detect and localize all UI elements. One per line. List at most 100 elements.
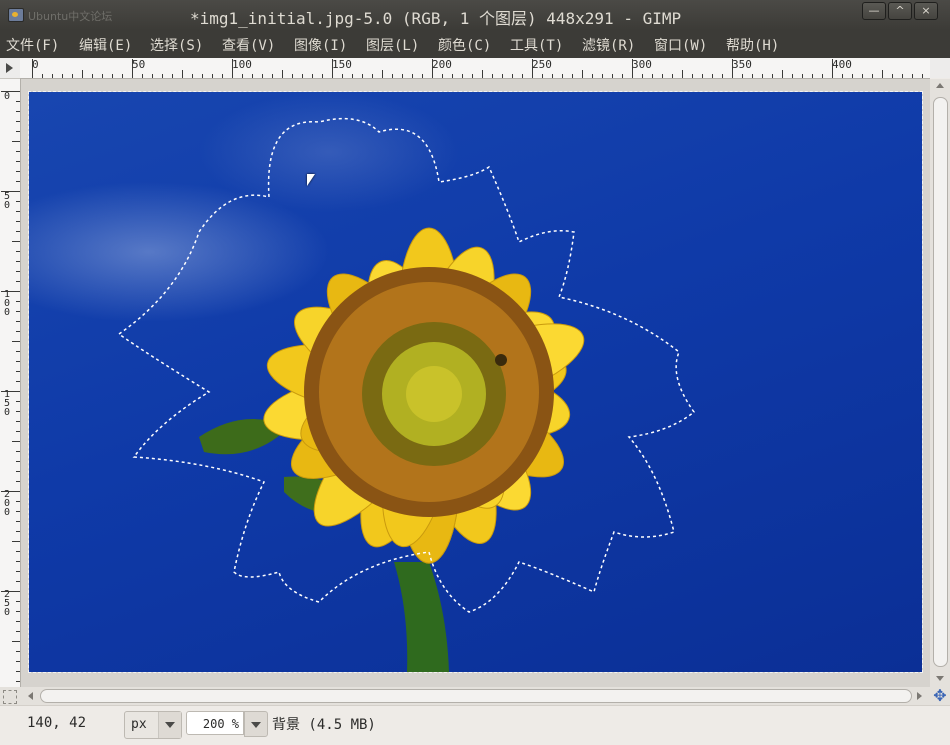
ruler-tick [16, 181, 20, 182]
ruler-tick [522, 74, 523, 78]
ruler-tick [172, 74, 173, 78]
ruler-tick [16, 561, 20, 562]
ruler-tick [16, 481, 20, 482]
ruler-tick [702, 74, 703, 78]
navigate-icon[interactable]: ✥ [930, 687, 950, 705]
ruler-tick [262, 74, 263, 78]
menu-windows[interactable]: 窗口(W) [654, 35, 707, 55]
ruler-tick [822, 74, 823, 78]
ruler-tick [16, 611, 20, 612]
ruler-tick [16, 461, 20, 462]
ruler-tick [482, 70, 483, 78]
ruler-tick [662, 74, 663, 78]
scroll-right-icon[interactable] [917, 692, 922, 700]
zoom-input[interactable]: 200 % [186, 711, 244, 735]
ruler-tick [72, 74, 73, 78]
unit-value: px [131, 717, 147, 732]
ruler-tick [16, 651, 20, 652]
ruler-tick [652, 74, 653, 78]
ruler-tick [16, 511, 20, 512]
ruler-tick [542, 74, 543, 78]
ruler-tick [742, 74, 743, 78]
ruler-tick [812, 74, 813, 78]
ruler-tick [862, 74, 863, 78]
ruler-tick [192, 74, 193, 78]
ruler-tick [16, 501, 20, 502]
menu-colors[interactable]: 颜色(C) [438, 35, 491, 55]
ruler-tick [342, 74, 343, 78]
ruler-tick [16, 571, 20, 572]
ruler-tick [612, 74, 613, 78]
ruler-tick [252, 74, 253, 78]
chevron-down-icon[interactable] [158, 712, 181, 738]
scroll-up-icon[interactable] [936, 83, 944, 88]
ruler-tick [762, 74, 763, 78]
ruler-tick [292, 74, 293, 78]
scroll-down-icon[interactable] [936, 676, 944, 681]
ruler-tick [16, 251, 20, 252]
menu-edit[interactable]: 编辑(E) [79, 35, 132, 55]
scroll-left-icon[interactable] [28, 692, 33, 700]
menu-image[interactable]: 图像(I) [294, 35, 347, 55]
menu-view[interactable]: 查看(V) [222, 35, 275, 55]
ruler-tick [16, 671, 20, 672]
ruler-tick [1, 91, 20, 92]
minimize-button[interactable]: — [862, 2, 886, 20]
ruler-tick [16, 331, 20, 332]
ruler-tick [16, 451, 20, 452]
menu-filters[interactable]: 滤镜(R) [582, 35, 635, 55]
hruler-label: 300 [632, 58, 652, 71]
ruler-tick [16, 231, 20, 232]
ruler-tick [352, 74, 353, 78]
ruler-tick [16, 311, 20, 312]
zoom-image-icon[interactable] [930, 58, 950, 78]
ruler-tick [382, 70, 383, 78]
hruler-label: 400 [832, 58, 852, 71]
ruler-tick [512, 74, 513, 78]
ruler-tick [16, 281, 20, 282]
ruler-tick [16, 151, 20, 152]
ruler-tick [1, 591, 20, 592]
horizontal-scrollbar[interactable] [0, 687, 930, 705]
ruler-tick [642, 74, 643, 78]
hruler-label: 50 [132, 58, 146, 71]
ruler-tick [772, 74, 773, 78]
menu-select[interactable]: 选择(S) [150, 35, 203, 55]
horizontal-ruler[interactable]: 0 50 100 150 200 250 300 350 400 [20, 58, 930, 79]
ruler-tick [16, 421, 20, 422]
chevron-down-icon[interactable] [244, 711, 268, 737]
vruler-label: 100 [3, 289, 11, 318]
ruler-tick [16, 601, 20, 602]
menu-help[interactable]: 帮助(H) [726, 35, 779, 55]
ruler-tick [222, 74, 223, 78]
maximize-button[interactable]: ^ [888, 2, 912, 20]
menu-tools[interactable]: 工具(T) [510, 35, 563, 55]
ruler-tick [16, 621, 20, 622]
vertical-ruler[interactable]: 0 50 100 150 200 250 [0, 79, 21, 687]
menu-layer[interactable]: 图层(L) [366, 35, 419, 55]
ruler-tick [16, 381, 20, 382]
vertical-scroll-thumb[interactable] [933, 97, 948, 667]
ruler-tick [232, 59, 233, 78]
vruler-label: 0 [3, 91, 11, 102]
vruler-label: 50 [3, 191, 11, 211]
close-button[interactable]: × [914, 2, 938, 20]
background-window-title: Ubuntu中文论坛 [28, 10, 113, 23]
ruler-tick [1, 391, 20, 392]
unit-selector[interactable]: px [124, 711, 182, 739]
hruler-label: 150 [332, 58, 352, 71]
status-bar: 140, 42 px 200 % 背景 (4.5 MB) [0, 705, 950, 745]
image-canvas[interactable] [29, 92, 922, 672]
menu-file[interactable]: 文件(F) [6, 35, 59, 55]
ruler-toggle-icon[interactable] [0, 58, 21, 79]
zoom-selector[interactable]: 200 % [186, 711, 268, 737]
ruler-tick [592, 74, 593, 78]
quick-mask-icon[interactable] [3, 690, 17, 704]
app-icon[interactable] [8, 8, 24, 22]
ruler-tick [282, 70, 283, 78]
vertical-scrollbar[interactable] [930, 79, 950, 687]
ruler-tick [362, 74, 363, 78]
ruler-tick [712, 74, 713, 78]
ruler-tick [1, 491, 20, 492]
horizontal-scroll-thumb[interactable] [40, 689, 912, 703]
